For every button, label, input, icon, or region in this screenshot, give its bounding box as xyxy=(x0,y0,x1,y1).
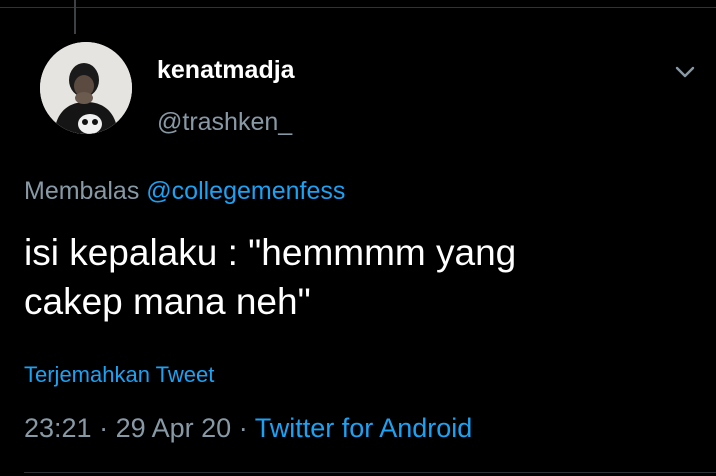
user-handle[interactable]: @trashken_ xyxy=(157,108,292,137)
tweet-date[interactable]: 29 Apr 20 xyxy=(116,413,232,443)
separator-dot: · xyxy=(238,413,255,443)
display-name[interactable]: kenatmadja xyxy=(157,56,295,85)
separator-dot: · xyxy=(99,413,116,443)
top-divider xyxy=(0,0,716,8)
chevron-down-icon xyxy=(675,66,695,78)
avatar-image xyxy=(40,42,132,134)
tweet-time[interactable]: 23:21 xyxy=(24,413,92,443)
bottom-divider xyxy=(24,472,716,473)
avatar[interactable] xyxy=(40,42,132,134)
reply-to-link[interactable]: @collegemenfess xyxy=(146,177,345,205)
tweet-metadata: 23:21 · 29 Apr 20 · Twitter for Android xyxy=(24,413,472,444)
tweet-text: isi kepalaku : "hemmmm yang cakep mana n… xyxy=(24,232,517,322)
translate-tweet-link[interactable]: Terjemahkan Tweet xyxy=(24,362,214,388)
reply-context: Membalas @collegemenfess xyxy=(24,177,345,206)
reply-prefix: Membalas xyxy=(24,177,140,205)
more-options-button[interactable] xyxy=(670,58,700,86)
thread-connector-line xyxy=(74,0,76,34)
tweet-source-link[interactable]: Twitter for Android xyxy=(255,413,473,443)
